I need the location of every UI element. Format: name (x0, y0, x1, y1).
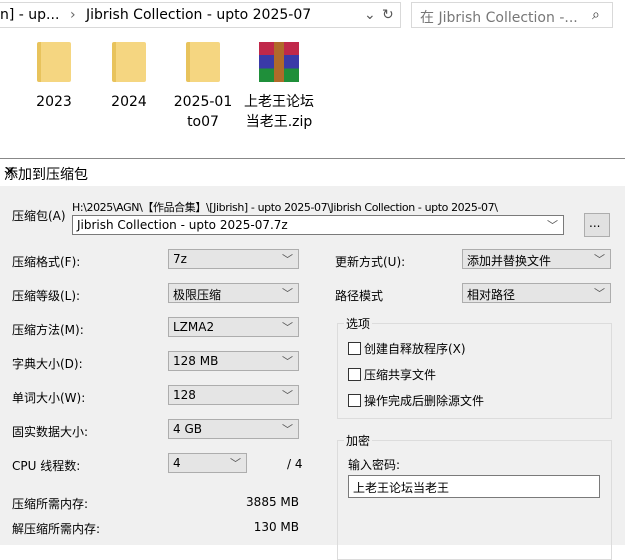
cpu-threads-select[interactable]: 4 ﹀ (168, 453, 247, 473)
chevron-down-icon: ﹀ (547, 219, 558, 232)
chevron-down-icon[interactable]: ⌄ (364, 7, 376, 23)
archive-label: 压缩包(A) (12, 209, 66, 223)
folder-item[interactable]: 2023 (19, 40, 89, 112)
folder-item[interactable]: 2024 (94, 40, 164, 112)
shared-files-checkbox[interactable]: 压缩共享文件 (348, 366, 436, 383)
method-select[interactable]: LZMA2 ﹀ (168, 317, 299, 337)
refresh-icon[interactable]: ↻ (382, 7, 394, 23)
chevron-down-icon: ﹀ (282, 389, 293, 402)
dictionary-select[interactable]: 128 MB ﹀ (168, 351, 299, 371)
folder-icon (37, 42, 71, 82)
chevron-down-icon: ﹀ (282, 287, 293, 300)
password-input[interactable]: 上老王论坛当老王 (348, 475, 600, 498)
options-group: 选项 创建自释放程序(X) 压缩共享文件 操作完成后删除源文件 (337, 315, 612, 419)
breadcrumb-current[interactable]: Jibrish Collection - upto 2025-07 (86, 7, 311, 23)
delete-after-checkbox[interactable]: 操作完成后删除源文件 (348, 392, 484, 409)
winrar-archive-icon (259, 42, 299, 82)
chevron-down-icon: ﹀ (282, 423, 293, 436)
update-mode-select[interactable]: 添加并替换文件 ﹀ (462, 249, 611, 269)
solid-size-select[interactable]: 4 GB ﹀ (168, 419, 299, 439)
encryption-group: 加密 输入密码: 上老王论坛当老王 (337, 432, 612, 560)
breadcrumb-prev[interactable]: n] - up... (0, 7, 59, 23)
folder-icon (112, 42, 146, 82)
breadcrumb-separator-icon: › (70, 7, 76, 23)
path-mode-select[interactable]: 相对路径 ﹀ (462, 283, 611, 303)
close-icon[interactable]: ✕ (4, 164, 615, 180)
sfx-checkbox[interactable]: 创建自释放程序(X) (348, 340, 466, 357)
archive-path: H:\2025\AGN\【作品合集】\[Jibrish] - upto 2025… (72, 201, 498, 214)
add-to-archive-dialog: 添加到压缩包 ✕ 压缩包(A) H:\2025\AGN\【作品合集】\[Jibr… (0, 158, 625, 560)
chevron-down-icon: ﹀ (230, 457, 241, 470)
folder-item[interactable]: 2025-01 to07 (169, 40, 237, 132)
archive-name-combo[interactable]: Jibrish Collection - upto 2025-07.7z ﹀ (72, 215, 564, 235)
search-input[interactable]: 在 Jibrish Collection -... ⌕ (411, 2, 613, 28)
chevron-down-icon: ﹀ (282, 355, 293, 368)
folder-icon (186, 42, 220, 82)
chevron-down-icon: ﹀ (594, 253, 605, 266)
browse-button[interactable]: ... (584, 213, 610, 237)
dialog-titlebar: 添加到压缩包 ✕ (0, 159, 625, 186)
chevron-down-icon: ﹀ (282, 321, 293, 334)
address-bar[interactable]: n] - up... › Jibrish Collection - upto 2… (0, 2, 401, 28)
chevron-down-icon: ﹀ (594, 287, 605, 300)
archive-item[interactable]: 上老王论坛当老王.zip (244, 40, 314, 132)
level-select[interactable]: 极限压缩 ﹀ (168, 283, 299, 303)
search-icon: ⌕ (592, 7, 600, 23)
chevron-down-icon: ﹀ (282, 253, 293, 266)
word-size-select[interactable]: 128 ﹀ (168, 385, 299, 405)
format-select[interactable]: 7z ﹀ (168, 249, 299, 269)
